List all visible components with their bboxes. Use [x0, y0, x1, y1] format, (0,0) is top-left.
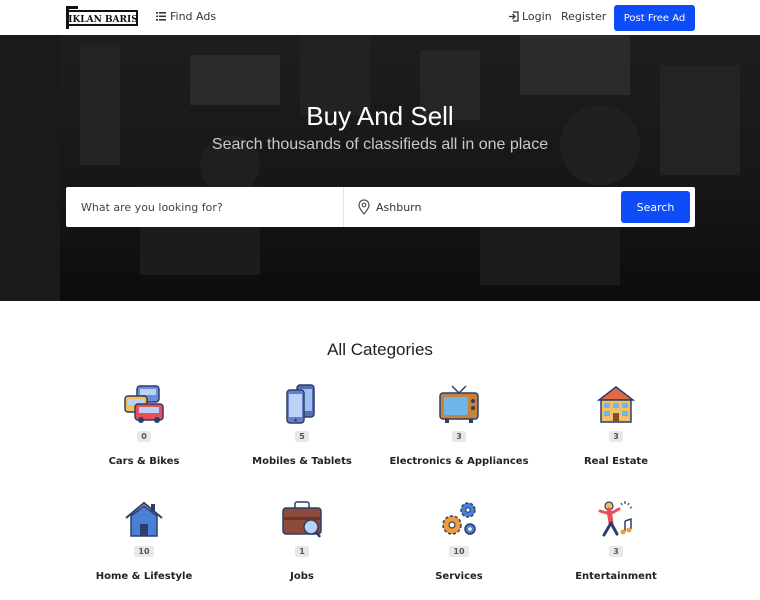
category-count-badge: 10: [134, 546, 154, 557]
site-logo[interactable]: IKLAN BARIS: [66, 6, 138, 29]
category-name: Home & Lifestyle: [95, 571, 193, 582]
category-count-badge: 3: [609, 431, 623, 442]
post-free-ad-button[interactable]: Post Free Ad: [614, 5, 695, 31]
location-pin-icon: [358, 199, 370, 215]
find-ads-link[interactable]: Find Ads: [156, 10, 216, 23]
category-name: Jobs: [290, 571, 314, 582]
hero-section: Buy And Sell Search thousands of classif…: [0, 35, 760, 301]
building-icon: [596, 386, 636, 423]
location-input[interactable]: [376, 187, 616, 227]
category-count-badge: 5: [295, 431, 309, 442]
logo-text: IKLAN BARIS: [68, 15, 137, 25]
category-name: Electronics & Appliances: [389, 456, 529, 467]
category-services[interactable]: 10 Services: [379, 499, 539, 582]
search-divider: [343, 187, 344, 227]
category-count-badge: 3: [609, 546, 623, 557]
category-count-badge: 1: [295, 546, 309, 557]
category-cars-bikes[interactable]: 0 Cars & Bikes: [64, 384, 224, 467]
briefcase-icon: [282, 501, 322, 538]
category-name: Services: [435, 571, 483, 582]
mobile-icon: [286, 384, 315, 424]
login-link[interactable]: Login: [508, 10, 552, 23]
register-link[interactable]: Register: [561, 10, 606, 23]
category-name: Cars & Bikes: [108, 456, 180, 467]
list-icon: [156, 12, 166, 21]
login-label: Login: [522, 10, 552, 23]
category-name: Entertainment: [575, 571, 657, 582]
search-button[interactable]: Search: [621, 191, 690, 223]
categories-title: All Categories: [327, 340, 433, 359]
category-name: Mobiles & Tablets: [252, 456, 352, 467]
category-electronics-appliances[interactable]: 3 Electronics & Appliances: [379, 384, 539, 467]
login-icon: [509, 11, 519, 22]
search-bar: Search: [66, 187, 695, 227]
tv-icon: [439, 385, 479, 423]
hero-subtitle: Search thousands of classifieds all in o…: [211, 136, 549, 153]
hero-title: Buy And Sell: [306, 101, 454, 131]
category-mobiles-tablets[interactable]: 5 Mobiles & Tablets: [222, 384, 382, 467]
dancer-icon: [598, 501, 633, 537]
category-count-badge: 10: [449, 546, 469, 557]
home-icon: [125, 501, 163, 537]
category-home-lifestyle[interactable]: 10 Home & Lifestyle: [64, 499, 224, 582]
gears-icon: [442, 502, 476, 535]
navbar: IKLAN BARIS Find Ads Login Register Post…: [0, 0, 760, 35]
find-ads-label: Find Ads: [170, 10, 217, 23]
car-icon: [124, 385, 164, 423]
hero-background-image: [0, 35, 760, 301]
category-real-estate[interactable]: 3 Real Estate: [536, 384, 696, 467]
category-entertainment[interactable]: 3 Entertainment: [536, 499, 696, 582]
search-input[interactable]: [66, 187, 343, 227]
category-name: Real Estate: [583, 456, 648, 467]
category-count-badge: 3: [452, 431, 466, 442]
category-jobs[interactable]: 1 Jobs: [222, 499, 382, 582]
category-count-badge: 0: [137, 431, 151, 442]
